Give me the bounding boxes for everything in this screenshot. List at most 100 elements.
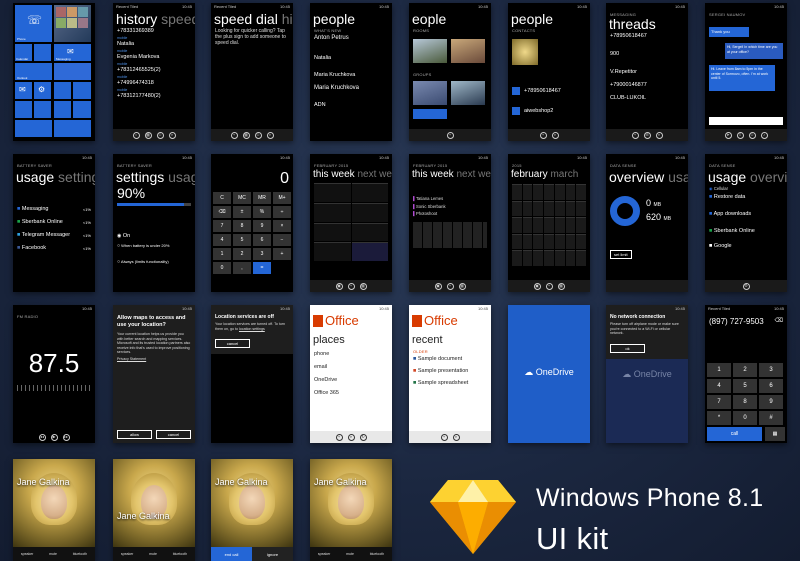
mute-button[interactable]: mute	[346, 552, 354, 556]
battery-option[interactable]: ○ When battery is under 20%	[113, 241, 195, 251]
day-cell[interactable]	[565, 233, 576, 250]
bluetooth-button[interactable]: bluetooth	[370, 552, 384, 556]
speaker-button[interactable]: speaker	[21, 552, 33, 556]
day-cell[interactable]	[512, 200, 522, 217]
tile-outlook[interactable]: Outlook	[15, 63, 52, 80]
search-icon[interactable]: ⌕	[551, 131, 559, 139]
group-tile[interactable]	[413, 109, 447, 119]
day-cell[interactable]	[554, 250, 565, 266]
thread-entry[interactable]: +78950618467	[606, 32, 688, 41]
history-entry[interactable]: +74996474318	[113, 79, 195, 88]
bluetooth-button[interactable]: bluetooth	[73, 552, 87, 556]
calculator-key[interactable]: 6	[253, 234, 271, 246]
day-cell[interactable]	[576, 217, 586, 233]
feed-entry[interactable]: Maria Kruchkova	[310, 71, 392, 80]
dialer-key[interactable]: 5	[733, 379, 757, 393]
search-icon[interactable]: ⌕	[168, 131, 176, 139]
document-item[interactable]: ■ Sample document	[409, 355, 491, 364]
attach-icon[interactable]: ⌑	[736, 131, 744, 139]
tile-google-mail[interactable]: ✉	[15, 82, 32, 99]
day-cell[interactable]	[512, 184, 522, 200]
dialer-key[interactable]: 9	[759, 395, 783, 409]
battery-option[interactable]: ◉ On	[113, 232, 195, 241]
day-cell[interactable]	[544, 233, 554, 250]
place-item[interactable]: email	[310, 363, 392, 372]
day-cell[interactable]	[544, 200, 554, 217]
calculator-key[interactable]: 9	[253, 220, 271, 232]
emoji-icon[interactable]: ☺	[748, 131, 756, 139]
add-icon[interactable]: +	[539, 131, 547, 139]
day-cell[interactable]	[512, 233, 522, 250]
day-cell[interactable]	[576, 184, 586, 200]
avatar[interactable]	[512, 39, 538, 65]
day-cell[interactable]	[554, 200, 565, 217]
tile-mail[interactable]	[34, 44, 51, 61]
settings-icon[interactable]: ⚙	[742, 282, 750, 290]
add-icon[interactable]: +	[631, 131, 639, 139]
set-limit-button[interactable]: set limit	[610, 250, 632, 259]
add-icon[interactable]: +	[347, 282, 355, 290]
calculator-key[interactable]: ,	[233, 262, 251, 274]
add-icon[interactable]: +	[545, 282, 553, 290]
dialer-key[interactable]: #	[759, 411, 783, 425]
day-cell[interactable]	[565, 217, 576, 233]
day-cell[interactable]	[576, 233, 586, 250]
calculator-key[interactable]: ÷	[273, 206, 291, 218]
dialer-key[interactable]: *	[707, 411, 731, 425]
tile-messaging[interactable]: ✉ Messaging	[54, 44, 91, 61]
dialer-key[interactable]: 1	[707, 363, 731, 377]
dialer-key[interactable]: 3	[759, 363, 783, 377]
calculator-key[interactable]: =	[253, 262, 271, 274]
add-icon[interactable]: +	[335, 433, 343, 441]
day-cell[interactable]	[576, 250, 586, 266]
place-item[interactable]: phone	[310, 350, 392, 359]
calculator-key[interactable]: −	[273, 234, 291, 246]
place-item[interactable]: Office 365	[310, 389, 392, 398]
calculator-key[interactable]: 0	[213, 262, 231, 274]
calculator-key[interactable]: MR	[253, 192, 271, 204]
tile-office[interactable]	[73, 82, 91, 99]
tile-onedrive[interactable]	[15, 120, 52, 137]
calendar-icon[interactable]: ▦	[458, 282, 466, 290]
day-cell[interactable]	[512, 217, 522, 233]
day-cell[interactable]	[565, 250, 576, 266]
thread-entry[interactable]: V.Repetitor	[606, 68, 688, 77]
backspace-icon[interactable]: ⌫	[775, 317, 783, 324]
today-icon[interactable]: ▣	[335, 282, 343, 290]
calculator-key[interactable]: ×	[273, 220, 291, 232]
app-data-row[interactable]: ■ Google	[705, 242, 787, 251]
feed-entry[interactable]: Natalia	[310, 54, 392, 63]
app-usage-row[interactable]: ■ Facebook <1%	[13, 244, 95, 253]
mute-button[interactable]: mute	[149, 552, 157, 556]
app-data-row[interactable]: ◉ Cellular	[705, 185, 787, 193]
calculator-key[interactable]: %	[253, 206, 271, 218]
tile-camera[interactable]	[54, 82, 71, 99]
contact-tile[interactable]	[512, 87, 520, 95]
tile-maps[interactable]	[34, 101, 51, 118]
calendar-icon[interactable]: ▦	[359, 282, 367, 290]
day-cell[interactable]	[533, 233, 544, 250]
send-icon[interactable]: ➤	[724, 131, 732, 139]
tile-small-1[interactable]	[54, 101, 71, 118]
day-cell[interactable]	[544, 217, 554, 233]
radio-tuner[interactable]	[17, 385, 91, 391]
contact-entry[interactable]: +78950618467	[520, 87, 565, 96]
add-icon[interactable]: +	[446, 282, 454, 290]
calculator-key[interactable]: M+	[273, 192, 291, 204]
calculator-key[interactable]: 2	[233, 248, 251, 260]
day-cell[interactable]	[565, 200, 576, 217]
end-call-button[interactable]: end call	[211, 547, 252, 561]
day-cell[interactable]	[522, 250, 533, 266]
location-settings-link[interactable]: location settings	[239, 327, 265, 331]
dialer-key[interactable]: 8	[733, 395, 757, 409]
today-icon[interactable]: ▣	[434, 282, 442, 290]
calculator-key[interactable]: 4	[213, 234, 231, 246]
calculator-key[interactable]: 1	[213, 248, 231, 260]
today-icon[interactable]: ▣	[533, 282, 541, 290]
dialer-key[interactable]: 2	[733, 363, 757, 377]
calendar-event[interactable]: ▌Photoshoot	[409, 210, 491, 218]
app-usage-row[interactable]: ■ Messaging <1%	[13, 205, 95, 214]
day-cell[interactable]	[533, 217, 544, 233]
calculator-key[interactable]: +	[273, 248, 291, 260]
thread-entry[interactable]: CLUB-LUKOIL	[606, 94, 688, 103]
